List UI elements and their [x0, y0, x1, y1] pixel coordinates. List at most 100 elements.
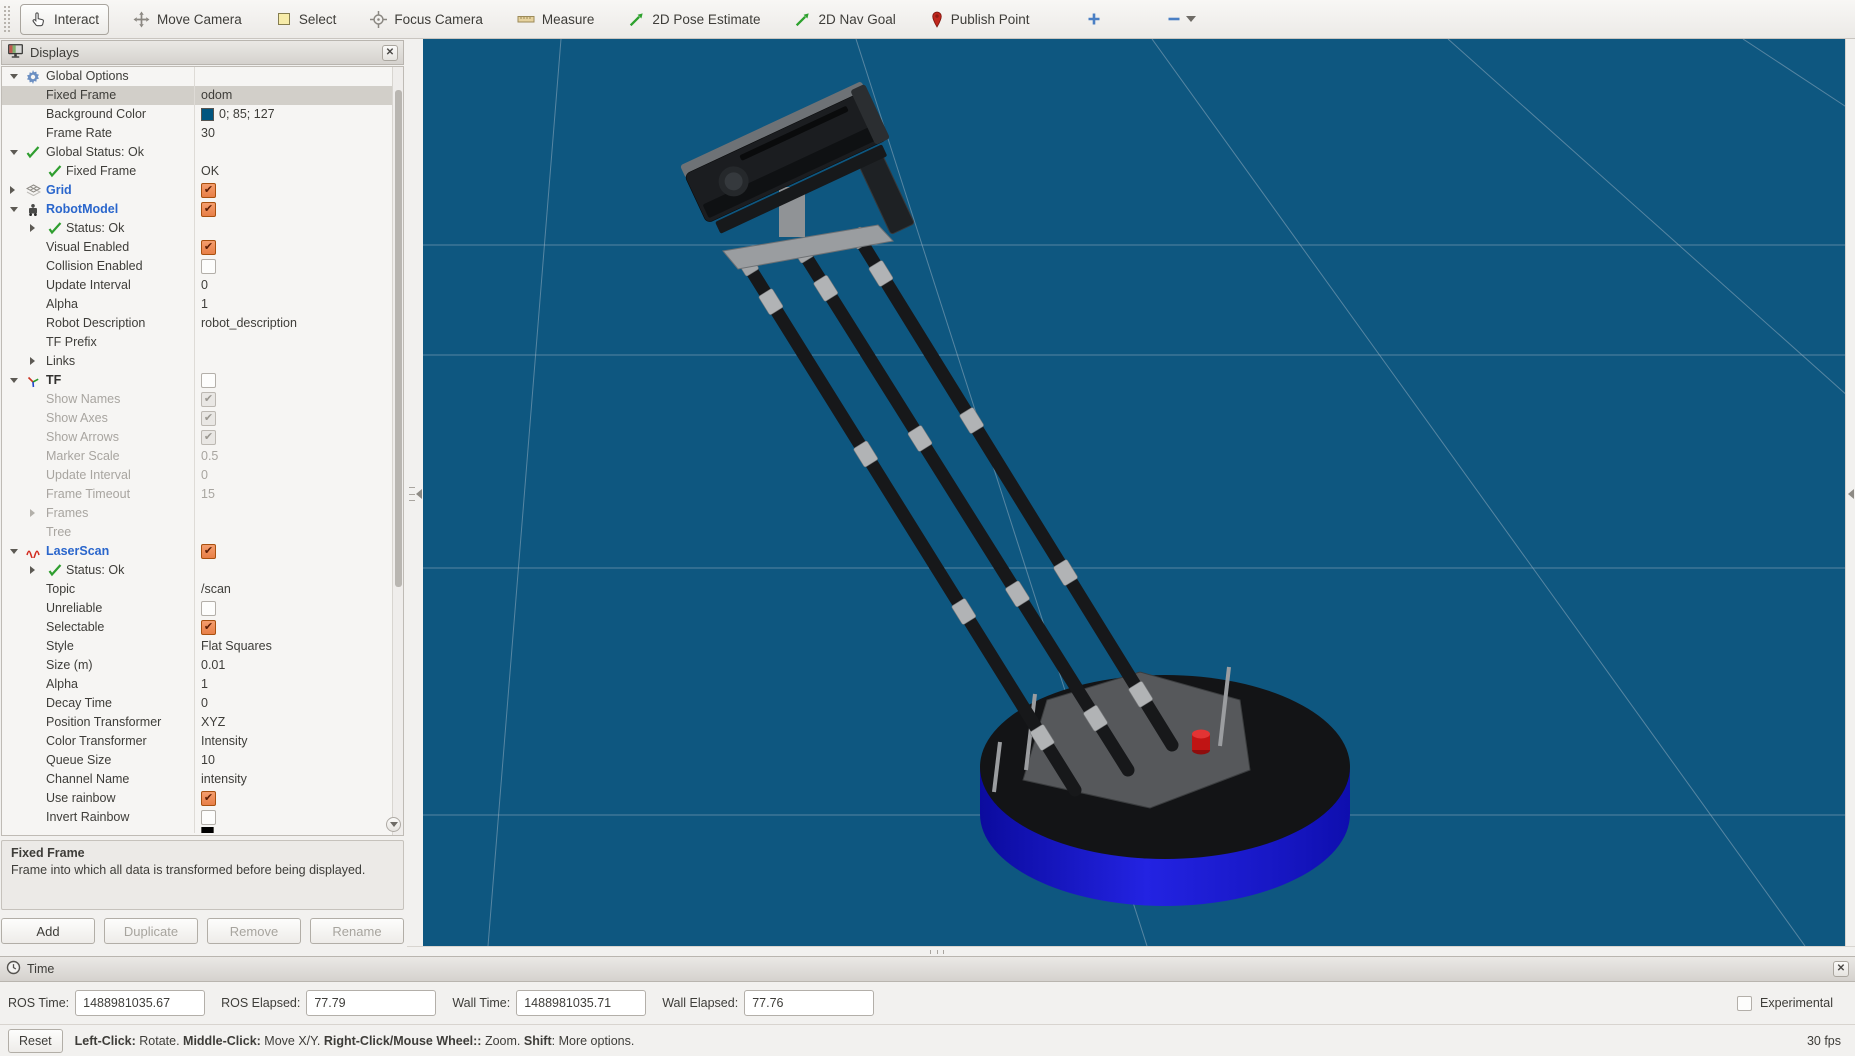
expand-arrow-icon[interactable]	[10, 207, 18, 212]
property-value[interactable]: /scan	[194, 580, 391, 599]
property-value[interactable]: robot_description	[194, 314, 391, 333]
splitter-grip[interactable]	[409, 487, 415, 501]
tree-row-topic[interactable]: Topic/scan	[2, 580, 403, 599]
tree-row-unreliable[interactable]: Unreliable	[2, 599, 403, 618]
tree-row-selectable[interactable]: Selectable ✔	[2, 618, 403, 637]
tree-scroll-down-button[interactable]	[386, 817, 401, 832]
tree-row-global-options[interactable]: Global Options	[2, 67, 403, 86]
property-value[interactable]	[194, 523, 391, 542]
wall-time-input[interactable]: 1488981035.71	[516, 990, 647, 1016]
property-value[interactable]: XYZ	[194, 713, 391, 732]
enable-checkbox[interactable]: ✔	[201, 411, 216, 426]
displays-close-icon[interactable]: ✕	[382, 44, 398, 61]
tree-row-queue-size[interactable]: Queue Size 10	[2, 751, 403, 770]
tool-button-select[interactable]: Select	[266, 4, 347, 35]
tree-row-laserscan[interactable]: LaserScan ✔	[2, 542, 403, 561]
tree-row-frame-rate[interactable]: Frame Rate 30	[2, 124, 403, 143]
property-value[interactable]: 10	[194, 751, 391, 770]
tree-row-fixed-frame[interactable]: Fixed Frame odom	[2, 86, 403, 105]
tree-row-update-interval[interactable]: Update Interval 0	[2, 276, 403, 295]
property-value[interactable]: 0; 85; 127	[194, 105, 391, 124]
tree-row-alpha[interactable]: Alpha 1	[2, 295, 403, 314]
property-value[interactable]: ✔	[194, 618, 391, 637]
property-value[interactable]	[194, 67, 391, 86]
collapse-arrow-icon[interactable]	[30, 224, 35, 232]
property-value[interactable]: ✔	[194, 238, 391, 257]
tree-row-alpha[interactable]: Alpha 1	[2, 675, 403, 694]
tree-row-frames[interactable]: Frames	[2, 504, 403, 523]
enable-checkbox[interactable]: ✔	[201, 430, 216, 445]
tree-row-decay-time[interactable]: Decay Time 0	[2, 694, 403, 713]
property-value[interactable]	[194, 352, 391, 371]
tree-row-tree[interactable]: Tree	[2, 523, 403, 542]
tree-row-tf[interactable]: TF	[2, 371, 403, 390]
3d-viewport[interactable]	[423, 38, 1855, 947]
tree-row-frame-timeout[interactable]: Frame Timeout 15	[2, 485, 403, 504]
tree-row-collision-enabled[interactable]: Collision Enabled	[2, 257, 403, 276]
tree-row-show-names[interactable]: Show Names ✔	[2, 390, 403, 409]
tree-row-size-m-[interactable]: Size (m) 0.01	[2, 656, 403, 675]
tree-row-grid[interactable]: Grid ✔	[2, 181, 403, 200]
enable-checkbox[interactable]: ✔	[201, 240, 216, 255]
tree-row-tf-prefix[interactable]: TF Prefix	[2, 333, 403, 352]
tree-row-show-arrows[interactable]: Show Arrows ✔	[2, 428, 403, 447]
property-value[interactable]: ✔	[194, 409, 391, 428]
collapse-arrow-icon[interactable]	[30, 566, 35, 574]
expand-arrow-icon[interactable]	[10, 74, 18, 79]
property-value[interactable]: odom	[194, 86, 391, 105]
property-value[interactable]	[194, 219, 391, 238]
panel-splitter[interactable]	[407, 39, 423, 956]
3d-scene[interactable]	[423, 38, 1855, 947]
enable-checkbox[interactable]: ✔	[201, 544, 216, 559]
tree-row-style[interactable]: Style Flat Squares	[2, 637, 403, 656]
tree-row-invert-rainbow[interactable]: Invert Rainbow	[2, 808, 403, 827]
wall-elapsed-input[interactable]: 77.76	[744, 990, 875, 1016]
property-value[interactable]: 0.5	[194, 447, 391, 466]
expand-arrow-icon[interactable]	[10, 549, 18, 554]
property-value[interactable]: ✔	[194, 390, 391, 409]
tree-scrollbar-thumb[interactable]	[395, 90, 402, 587]
displays-tree[interactable]: Global Options Fixed Frame odom Background …	[1, 66, 404, 836]
tool-button-measure[interactable]: Measure	[507, 4, 605, 35]
add-button[interactable]: Add	[1, 918, 95, 944]
property-value[interactable]: Flat Squares	[194, 637, 391, 656]
tool-button-2d-nav-goal[interactable]: 2D Nav Goal	[784, 4, 905, 35]
property-value[interactable]	[194, 599, 391, 618]
enable-checkbox[interactable]: ✔	[201, 620, 216, 635]
tree-row-update-interval[interactable]: Update Interval 0	[2, 466, 403, 485]
reset-button[interactable]: Reset	[8, 1028, 63, 1053]
enable-checkbox[interactable]	[201, 373, 216, 388]
collapse-arrow-icon[interactable]	[10, 186, 15, 194]
enable-checkbox[interactable]	[201, 601, 216, 616]
collapse-arrow-icon[interactable]	[30, 357, 35, 365]
remove-tool-button[interactable]	[1156, 4, 1206, 35]
property-value[interactable]	[194, 371, 391, 390]
enable-checkbox[interactable]: ✔	[201, 183, 216, 198]
property-value[interactable]: OK	[194, 162, 391, 181]
property-value[interactable]: 1	[194, 295, 391, 314]
collapse-left-icon[interactable]	[416, 489, 422, 499]
enable-checkbox[interactable]: ✔	[201, 202, 216, 217]
toolbar-drag-handle[interactable]	[4, 6, 10, 32]
property-value[interactable]: 0.01	[194, 656, 391, 675]
property-value[interactable]	[194, 827, 391, 833]
tool-button-interact[interactable]: Interact	[20, 3, 110, 35]
property-value[interactable]: intensity	[194, 770, 391, 789]
tool-button-focus-camera[interactable]: Focus Camera	[360, 4, 493, 35]
property-value[interactable]: ✔	[194, 542, 391, 561]
tree-row-global-status-ok[interactable]: Global Status: Ok	[2, 143, 403, 162]
property-value[interactable]: 0	[194, 276, 391, 295]
property-value[interactable]	[194, 504, 391, 523]
property-value[interactable]: 0	[194, 466, 391, 485]
property-value[interactable]: ✔	[194, 200, 391, 219]
collapse-arrow-icon[interactable]	[30, 509, 35, 517]
tree-row-robotmodel[interactable]: RobotModel ✔	[2, 200, 403, 219]
tool-button-move-camera[interactable]: Move Camera	[123, 4, 252, 35]
enable-checkbox[interactable]: ✔	[201, 392, 216, 407]
property-value[interactable]	[194, 143, 391, 162]
tree-row-color-transformer[interactable]: Color Transformer Intensity	[2, 732, 403, 751]
ros-elapsed-input[interactable]: 77.79	[306, 990, 437, 1016]
tree-row-fixed-frame[interactable]: Fixed Frame OK	[2, 162, 403, 181]
tree-row-status-ok[interactable]: Status: Ok	[2, 219, 403, 238]
add-tool-button[interactable]	[1076, 4, 1112, 35]
